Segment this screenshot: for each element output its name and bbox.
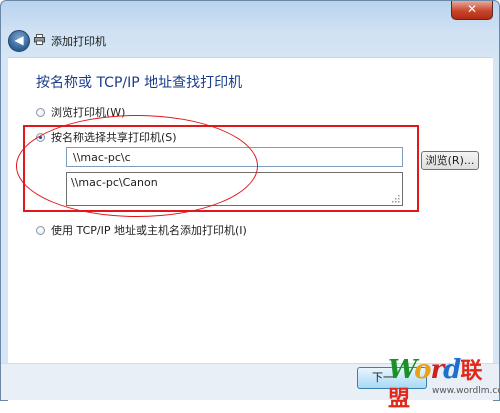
printer-icon: [34, 34, 45, 45]
watermark-letter: W: [388, 355, 415, 385]
option-share-row[interactable]: 按名称选择共享打印机(S): [36, 129, 177, 145]
back-button[interactable]: ◀: [8, 30, 30, 52]
autocomplete-dropdown[interactable]: \\mac-pc\Canon: [66, 172, 403, 206]
watermark-letter: r: [430, 355, 444, 385]
option-tcp-row[interactable]: 使用 TCP/IP 地址或主机名添加打印机(I): [36, 222, 247, 238]
watermark-logo: Word联盟: [388, 357, 500, 413]
share-radio[interactable]: [36, 132, 45, 142]
close-button[interactable]: ✕: [451, 1, 493, 20]
wizard-content: 按名称或 TCP/IP 地址查找打印机 浏览打印机(W) 按名称选择共享打印机(…: [8, 57, 493, 401]
watermark-letter: o: [414, 355, 431, 385]
share-option-label: 按名称选择共享打印机(S): [51, 131, 177, 144]
option-browse-row[interactable]: 浏览打印机(W): [36, 104, 125, 120]
watermark-url: www.wordlm.com: [432, 386, 500, 396]
resize-grip-icon[interactable]: [392, 195, 400, 203]
back-arrow-icon: ◀: [14, 33, 24, 47]
window-title: 添加打印机: [51, 35, 106, 48]
browse-radio[interactable]: [36, 107, 45, 117]
autocomplete-item[interactable]: \\mac-pc\Canon: [67, 173, 402, 192]
add-printer-window: ✕ ◀ 添加打印机 按名称或 TCP/IP 地址查找打印机 浏览打印机(W) 按…: [0, 0, 500, 401]
share-printer-input[interactable]: [66, 147, 403, 167]
watermark-letter: d: [443, 355, 461, 385]
browse-button[interactable]: 浏览(R)...: [421, 151, 479, 170]
close-icon: ✕: [466, 2, 478, 16]
page-heading: 按名称或 TCP/IP 地址查找打印机: [36, 75, 243, 91]
browse-option-label: 浏览打印机(W): [51, 106, 126, 119]
tcp-option-label: 使用 TCP/IP 地址或主机名添加打印机(I): [51, 224, 247, 237]
tcp-radio[interactable]: [36, 225, 45, 235]
